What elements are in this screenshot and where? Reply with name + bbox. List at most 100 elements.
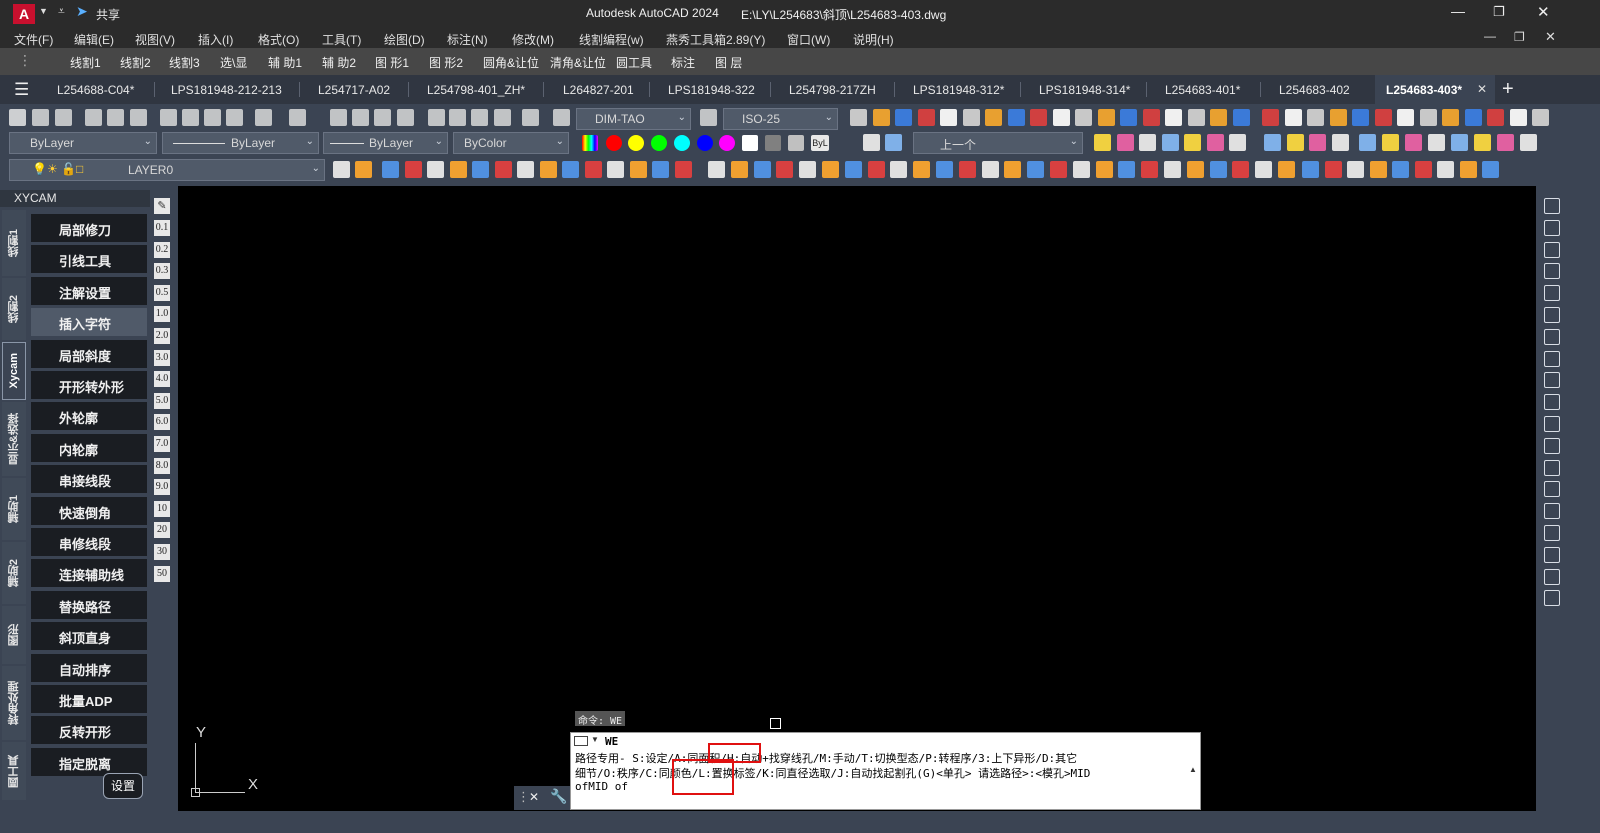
dimension-tool-icon[interactable] bbox=[1544, 328, 1560, 345]
panel-button[interactable]: 外轮廓 bbox=[31, 402, 147, 431]
tool-icon[interactable] bbox=[562, 161, 579, 178]
file-tab[interactable]: LPS181948-312* bbox=[913, 75, 1004, 104]
settings-button[interactable]: 设置 bbox=[103, 773, 143, 799]
tool-icon[interactable] bbox=[1116, 134, 1134, 151]
share-icon[interactable]: ➤ bbox=[76, 3, 88, 20]
menu-file[interactable]: 文件(F) bbox=[14, 31, 53, 48]
restore-icon[interactable]: ❐ bbox=[1493, 4, 1505, 20]
layer-property-combo[interactable]: ByLayer ⌄ bbox=[9, 132, 157, 154]
zoom-previous-icon[interactable] bbox=[397, 109, 414, 126]
doc-close-icon[interactable]: ✕ bbox=[1545, 29, 1556, 45]
tool-icon[interactable] bbox=[1094, 134, 1111, 151]
tool-icon[interactable] bbox=[1464, 109, 1482, 126]
properties-icon[interactable] bbox=[428, 109, 445, 126]
offset-value-button[interactable]: 30 bbox=[154, 544, 170, 560]
tool-icon[interactable] bbox=[1419, 109, 1437, 126]
undo-icon[interactable] bbox=[255, 109, 272, 126]
panel-button[interactable]: 串接线段 bbox=[31, 465, 147, 494]
dimension-tool-icon[interactable] bbox=[1544, 372, 1560, 389]
tool-icon[interactable] bbox=[844, 161, 862, 178]
xy-btn-corner-offset[interactable]: 清角&让位 bbox=[550, 54, 606, 71]
tool-icon[interactable] bbox=[1497, 134, 1514, 151]
pan-icon[interactable] bbox=[330, 109, 347, 126]
paste-icon[interactable] bbox=[204, 109, 221, 126]
tool-icon[interactable] bbox=[1164, 161, 1181, 178]
xy-btn-aux2[interactable]: 辅 助2 bbox=[322, 54, 356, 71]
dimension-tool-icon[interactable] bbox=[1544, 525, 1560, 541]
tool-icon[interactable] bbox=[1165, 109, 1182, 126]
previous-view-combo[interactable]: 上一个 ⌄ bbox=[913, 132, 1083, 154]
dimension-tool-icon[interactable] bbox=[1544, 568, 1560, 585]
app-menu-dropdown-icon[interactable]: ▼ bbox=[39, 6, 48, 16]
color-picker-icon[interactable] bbox=[582, 135, 598, 151]
vtab-aux1[interactable]: 辅助1 bbox=[2, 478, 26, 540]
offset-value-button[interactable]: 0.5 bbox=[154, 284, 170, 301]
tool-icon[interactable] bbox=[1324, 161, 1342, 178]
tool-icon[interactable] bbox=[708, 161, 725, 178]
file-tab[interactable]: LPS181948-322 bbox=[668, 75, 755, 104]
tool-icon[interactable] bbox=[1206, 134, 1224, 151]
dimension-tool-icon[interactable] bbox=[1544, 241, 1560, 258]
xy-btn-layer[interactable]: 图 层 bbox=[715, 54, 742, 71]
tool-icon[interactable] bbox=[1141, 161, 1159, 178]
tool-icon[interactable] bbox=[863, 134, 880, 151]
tool-icon[interactable] bbox=[1072, 161, 1090, 178]
tool-icon[interactable] bbox=[981, 161, 999, 178]
panel-button[interactable]: 批量ADP bbox=[31, 685, 147, 713]
offset-value-button[interactable]: 2.0 bbox=[154, 328, 170, 344]
offset-value-button[interactable]: 9.0 bbox=[154, 479, 170, 496]
offset-pencil-icon[interactable]: ✎ bbox=[154, 198, 170, 214]
tool-icon[interactable] bbox=[1052, 109, 1070, 126]
dim-style-combo[interactable]: DIM-TAO ⌄ bbox=[576, 108, 691, 130]
text-style-combo[interactable]: ISO-25 ⌄ bbox=[723, 108, 838, 130]
save-icon[interactable] bbox=[55, 109, 72, 126]
tool-icon[interactable] bbox=[1369, 161, 1387, 178]
dimension-tool-icon[interactable] bbox=[1544, 285, 1560, 302]
command-window-handle[interactable]: ⋮ ✕ 🔧 bbox=[514, 786, 570, 810]
menu-tools[interactable]: 工具(T) bbox=[322, 31, 361, 48]
tool-icon[interactable] bbox=[1264, 134, 1281, 151]
offset-value-button[interactable]: 7.0 bbox=[154, 436, 170, 452]
tool-icon[interactable] bbox=[494, 161, 512, 178]
command-close-icon[interactable]: ✕ bbox=[529, 790, 539, 804]
tool-icon[interactable] bbox=[1428, 134, 1445, 151]
panel-button[interactable]: 串修线段 bbox=[31, 528, 147, 556]
dimension-tool-icon[interactable] bbox=[1544, 481, 1560, 498]
text-style-icon[interactable] bbox=[553, 109, 570, 126]
palette-color-swatch[interactable] bbox=[765, 135, 781, 151]
quick-access-dropdown-icon[interactable]: ⩡ bbox=[58, 4, 65, 19]
xy-btn-shape1[interactable]: 图 形1 bbox=[375, 54, 409, 71]
copy-icon[interactable] bbox=[182, 109, 199, 126]
tool-icon[interactable] bbox=[1184, 134, 1201, 151]
open-file-icon[interactable] bbox=[32, 109, 49, 126]
dimension-tool-icon[interactable] bbox=[1544, 307, 1560, 323]
tool-icon[interactable] bbox=[1262, 109, 1279, 126]
panel-button[interactable]: 引线工具 bbox=[31, 245, 147, 274]
tool-icon[interactable] bbox=[355, 161, 372, 178]
dimension-tool-icon[interactable] bbox=[1544, 219, 1560, 236]
tool-icon[interactable] bbox=[1142, 109, 1160, 126]
tool-icon[interactable] bbox=[1187, 109, 1205, 126]
tool-icon[interactable] bbox=[333, 161, 350, 178]
tool-icon[interactable] bbox=[776, 161, 794, 178]
tool-icon[interactable] bbox=[1097, 109, 1115, 126]
lineweight-combo[interactable]: ByLayer ⌄ bbox=[323, 132, 448, 154]
share-button[interactable]: 共享 bbox=[96, 6, 120, 23]
tool-icon[interactable] bbox=[1451, 134, 1468, 151]
panel-button[interactable]: 自动排序 bbox=[31, 653, 147, 682]
tool-icon[interactable] bbox=[799, 161, 817, 178]
plot-icon[interactable] bbox=[130, 109, 147, 126]
bylayer-color-button[interactable]: ByL bbox=[811, 135, 829, 151]
redo-icon[interactable] bbox=[289, 109, 306, 126]
zoom-icon[interactable] bbox=[352, 109, 369, 126]
autocad-logo[interactable]: A bbox=[13, 4, 35, 24]
tool-icon[interactable] bbox=[449, 161, 467, 178]
tool-icon[interactable] bbox=[1007, 109, 1025, 126]
linetype-combo[interactable]: ByLayer ⌄ bbox=[162, 132, 319, 154]
palette-color-swatch[interactable] bbox=[719, 135, 735, 151]
tool-icon[interactable] bbox=[1397, 109, 1414, 126]
tool-icon[interactable] bbox=[822, 161, 839, 178]
xy-btn-aux1[interactable]: 辅 助1 bbox=[268, 54, 302, 71]
tool-palette-icon[interactable] bbox=[471, 109, 488, 126]
file-tab[interactable]: L254688-C04* bbox=[57, 75, 134, 104]
